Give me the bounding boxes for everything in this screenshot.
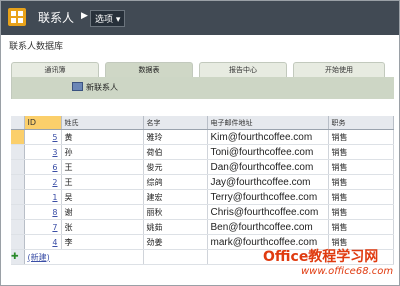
id-cell[interactable]: 1 [24, 189, 62, 205]
email-cell[interactable]: Chris@fourthcoffee.com [207, 204, 329, 220]
job-title-cell[interactable]: 销售 [328, 204, 394, 220]
last-name-cell[interactable]: 王 [61, 174, 144, 190]
row-selector[interactable] [11, 174, 25, 190]
table-row[interactable]: 5 黄 雅玲 Kim@fourthcoffee.com 销售 [11, 129, 394, 145]
app-window: 联系人 ▶ 选项 ▾ 联系人数据库 通讯簿 数据表 报告中心 开始使用 新联系人… [0, 0, 400, 286]
email-cell[interactable]: Toni@fourthcoffee.com [207, 144, 329, 160]
row-selector[interactable] [11, 234, 25, 250]
first-name-cell[interactable]: 综鸽 [143, 174, 208, 190]
last-name-cell[interactable]: 孙 [61, 144, 144, 160]
page-title: 联系人数据库 [9, 42, 64, 52]
row-selector[interactable] [11, 144, 25, 160]
command-bar: 新联系人 [11, 77, 394, 99]
tab-address-book[interactable]: 通讯簿 [11, 62, 99, 77]
chevron-down-icon: ▾ [115, 15, 121, 25]
new-contact-label: 新联系人 [86, 83, 118, 92]
job-title-cell[interactable]: 销售 [328, 219, 394, 235]
email-cell[interactable]: Ben@fourthcoffee.com [207, 219, 329, 235]
watermark-url: www.office68.com [301, 266, 394, 277]
new-record-cell[interactable]: (新建) [24, 249, 144, 265]
column-header-email[interactable]: 电子邮件地址 [207, 116, 329, 130]
table-row[interactable]: 6 王 俊元 Dan@fourthcoffee.com 销售 [11, 159, 394, 175]
email-cell[interactable]: Dan@fourthcoffee.com [207, 159, 329, 175]
tab-datasheet[interactable]: 数据表 [105, 62, 193, 78]
first-name-cell[interactable]: 姚茹 [143, 219, 208, 235]
table-row[interactable]: 3 孙 荷伯 Toni@fourthcoffee.com 销售 [11, 144, 394, 160]
table-row[interactable]: 7 张 姚茹 Ben@fourthcoffee.com 销售 [11, 219, 394, 235]
first-name-cell[interactable]: 丽秋 [143, 204, 208, 220]
email-cell[interactable]: Terry@fourthcoffee.com [207, 189, 329, 205]
id-cell[interactable]: 6 [24, 159, 62, 175]
contact-card-icon [72, 82, 83, 91]
id-cell[interactable]: 7 [24, 219, 62, 235]
job-title-cell[interactable]: 销售 [328, 189, 394, 205]
column-header-job-title[interactable]: 职务 [328, 116, 394, 130]
new-contact-button[interactable]: 新联系人 [72, 82, 118, 93]
column-header-first-name[interactable]: 名字 [143, 116, 208, 130]
options-menu-button[interactable]: 选项 ▾ [90, 10, 126, 27]
first-name-cell[interactable]: 劲姜 [143, 234, 208, 250]
first-name-cell[interactable]: 荷伯 [143, 144, 208, 160]
table-row[interactable]: 8 谢 丽秋 Chris@fourthcoffee.com 销售 [11, 204, 394, 220]
id-cell[interactable]: 8 [24, 204, 62, 220]
id-cell[interactable]: 2 [24, 174, 62, 190]
job-title-cell[interactable]: 销售 [328, 129, 394, 145]
tab-getting-started[interactable]: 开始使用 [293, 62, 385, 77]
watermark-title: Office教程学习网 [263, 249, 379, 265]
tab-report-center[interactable]: 报告中心 [199, 62, 287, 77]
table-row[interactable]: 1 吴 建宏 Terry@fourthcoffee.com 销售 [11, 189, 394, 205]
job-title-cell[interactable]: 销售 [328, 144, 394, 160]
last-name-cell[interactable]: 张 [61, 219, 144, 235]
last-name-cell[interactable]: 李 [61, 234, 144, 250]
table-row[interactable]: 2 王 综鸽 Jay@fourthcoffee.com 销售 [11, 174, 394, 190]
row-selector[interactable] [11, 219, 25, 235]
tab-strip: 通讯簿 数据表 报告中心 开始使用 [11, 62, 389, 78]
first-name-cell[interactable]: 俊元 [143, 159, 208, 175]
id-cell[interactable]: 3 [24, 144, 62, 160]
column-header-last-name[interactable]: 姓氏 [61, 116, 144, 130]
contacts-app-icon[interactable] [8, 8, 26, 26]
column-header-id[interactable]: ID [24, 116, 62, 130]
last-name-cell[interactable]: 黄 [61, 129, 144, 145]
id-cell[interactable]: 5 [24, 129, 62, 145]
last-name-cell[interactable]: 吴 [61, 189, 144, 205]
row-selector[interactable] [11, 159, 25, 175]
title-bar: 联系人 ▶ 选项 ▾ [1, 1, 399, 35]
email-cell[interactable]: Jay@fourthcoffee.com [207, 174, 329, 190]
job-title-cell[interactable]: 销售 [328, 159, 394, 175]
id-cell[interactable]: 4 [24, 234, 62, 250]
last-name-cell[interactable]: 谢 [61, 204, 144, 220]
select-all-corner[interactable] [11, 116, 25, 130]
row-selector[interactable] [11, 129, 25, 145]
job-title-cell[interactable]: 销售 [328, 174, 394, 190]
first-name-cell[interactable]: 雅玲 [143, 129, 208, 145]
row-selector[interactable]: ✚ [11, 249, 25, 265]
new-record-link[interactable]: (新建) [28, 253, 50, 262]
row-selector[interactable] [11, 189, 25, 205]
plus-icon: ✚ [11, 252, 19, 262]
first-name-cell[interactable]: 建宏 [143, 189, 208, 205]
options-label: 选项 [95, 15, 114, 25]
email-cell[interactable]: Kim@fourthcoffee.com [207, 129, 329, 145]
app-title: 联系人 [38, 11, 75, 25]
chevron-right-icon: ▶ [81, 11, 88, 21]
last-name-cell[interactable]: 王 [61, 159, 144, 175]
row-selector[interactable] [11, 204, 25, 220]
